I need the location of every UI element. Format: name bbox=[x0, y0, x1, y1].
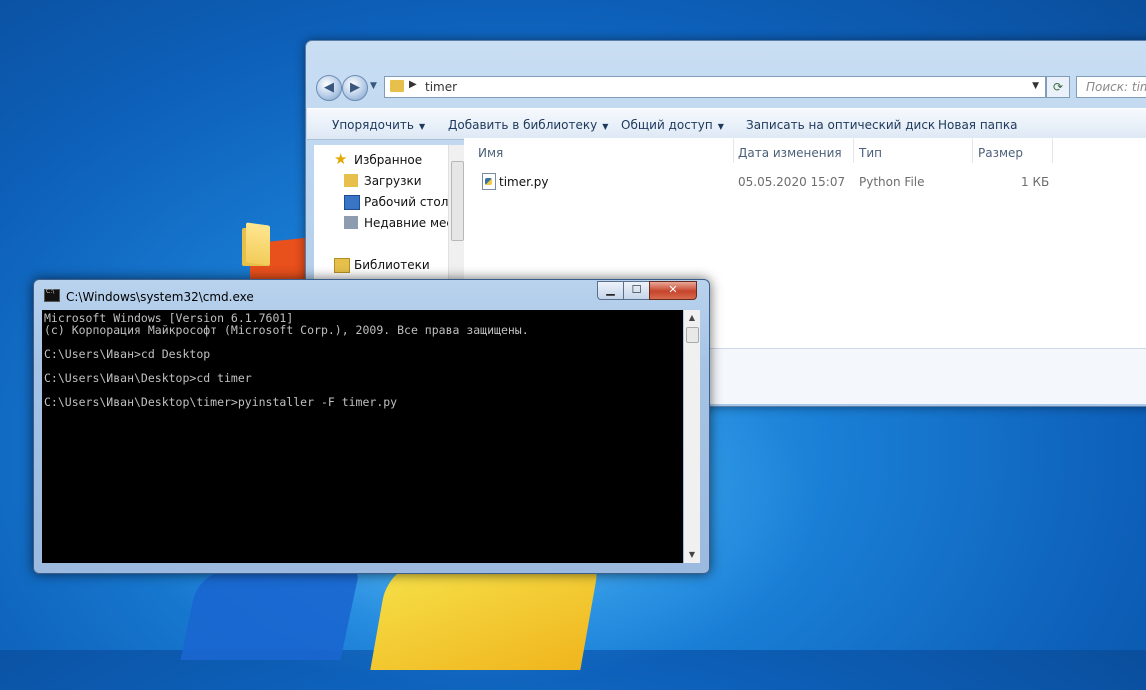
scrollbar-thumb[interactable] bbox=[686, 327, 699, 343]
column-header-size[interactable]: Размер bbox=[978, 146, 1023, 160]
scroll-up-icon[interactable]: ▲ bbox=[684, 310, 700, 326]
search-input[interactable]: Поиск: timer bbox=[1076, 76, 1146, 98]
breadcrumb-chevron-icon[interactable]: ▶ bbox=[409, 79, 417, 90]
refresh-icon[interactable]: ⟳ bbox=[1046, 76, 1070, 98]
navigation-bar: ◀ ▶ ▼ ▶ timer ▼ ⟳ Поиск: timer bbox=[306, 41, 1146, 101]
python-file-icon bbox=[482, 173, 496, 190]
column-divider[interactable] bbox=[1052, 138, 1053, 163]
command-bar: Упорядочить ▼ Добавить в библиотеку ▼ Общи… bbox=[307, 108, 1146, 140]
address-dropdown-icon[interactable]: ▼ bbox=[1032, 81, 1039, 91]
column-divider[interactable] bbox=[972, 138, 973, 163]
organize-button[interactable]: Упорядочить ▼ bbox=[332, 118, 425, 132]
scroll-down-icon[interactable]: ▼ bbox=[684, 547, 700, 563]
column-divider[interactable] bbox=[733, 138, 734, 163]
file-name: timer.py bbox=[499, 175, 549, 189]
column-header-date[interactable]: Дата изменения bbox=[738, 146, 842, 160]
maximize-icon[interactable]: ☐ bbox=[623, 281, 650, 300]
scrollbar-thumb[interactable] bbox=[451, 161, 464, 241]
search-placeholder: Поиск: timer bbox=[1086, 80, 1146, 94]
minimize-icon[interactable]: ▁ bbox=[597, 281, 624, 300]
console-output[interactable]: Microsoft Windows [Version 6.1.7601] (c)… bbox=[42, 310, 683, 563]
new-folder-button[interactable]: Новая папка bbox=[938, 118, 1017, 132]
address-bar[interactable]: ▶ timer ▼ bbox=[384, 76, 1046, 98]
folder-icon bbox=[390, 80, 404, 92]
chevron-down-icon: ▼ bbox=[602, 122, 609, 131]
add-to-library-button[interactable]: Добавить в библиотеку ▼ bbox=[448, 118, 608, 132]
file-size: 1 КБ bbox=[1021, 175, 1050, 189]
share-button[interactable]: Общий доступ ▼ bbox=[621, 118, 724, 132]
column-divider[interactable] bbox=[853, 138, 854, 163]
cmd-window: C:\Windows\system32\cmd.exe ▁ ☐ ✕ Micros… bbox=[33, 279, 710, 574]
desktop-icon bbox=[344, 195, 360, 210]
star-icon: ★ bbox=[334, 150, 348, 168]
file-date: 05.05.2020 15:07 bbox=[738, 175, 846, 189]
file-type: Python File bbox=[859, 175, 925, 189]
back-arrow-icon[interactable]: ◀ bbox=[316, 75, 342, 101]
recent-places-icon bbox=[344, 216, 358, 229]
downloads-folder-icon bbox=[344, 174, 358, 187]
chevron-down-icon: ▼ bbox=[418, 122, 426, 131]
burn-disc-button[interactable]: Записать на оптический диск bbox=[746, 118, 935, 132]
breadcrumb-timer[interactable]: timer bbox=[425, 80, 457, 94]
cmd-title-bar[interactable]: C:\Windows\system32\cmd.exe bbox=[44, 288, 254, 304]
windows-logo-yellow bbox=[370, 560, 600, 670]
console-scrollbar[interactable]: ▲ ▼ bbox=[684, 310, 700, 563]
column-header-type[interactable]: Тип bbox=[859, 146, 882, 160]
libraries-icon bbox=[334, 258, 350, 273]
file-row[interactable]: timer.py 05.05.2020 15:07 Python File 1 … bbox=[480, 172, 1060, 192]
forward-arrow-icon[interactable]: ▶ bbox=[342, 75, 368, 101]
recent-pages-dropdown-icon[interactable]: ▼ bbox=[370, 81, 377, 91]
close-icon[interactable]: ✕ bbox=[649, 281, 697, 300]
chevron-down-icon: ▼ bbox=[717, 122, 724, 131]
windows-logo-blue bbox=[180, 570, 360, 660]
desktop-folder-icon[interactable] bbox=[240, 222, 272, 268]
cmd-app-icon[interactable] bbox=[44, 288, 60, 302]
column-header-name[interactable]: Имя bbox=[478, 146, 503, 160]
cmd-title: C:\Windows\system32\cmd.exe bbox=[66, 290, 254, 304]
console-text: Microsoft Windows [Version 6.1.7601] (c)… bbox=[44, 311, 529, 409]
